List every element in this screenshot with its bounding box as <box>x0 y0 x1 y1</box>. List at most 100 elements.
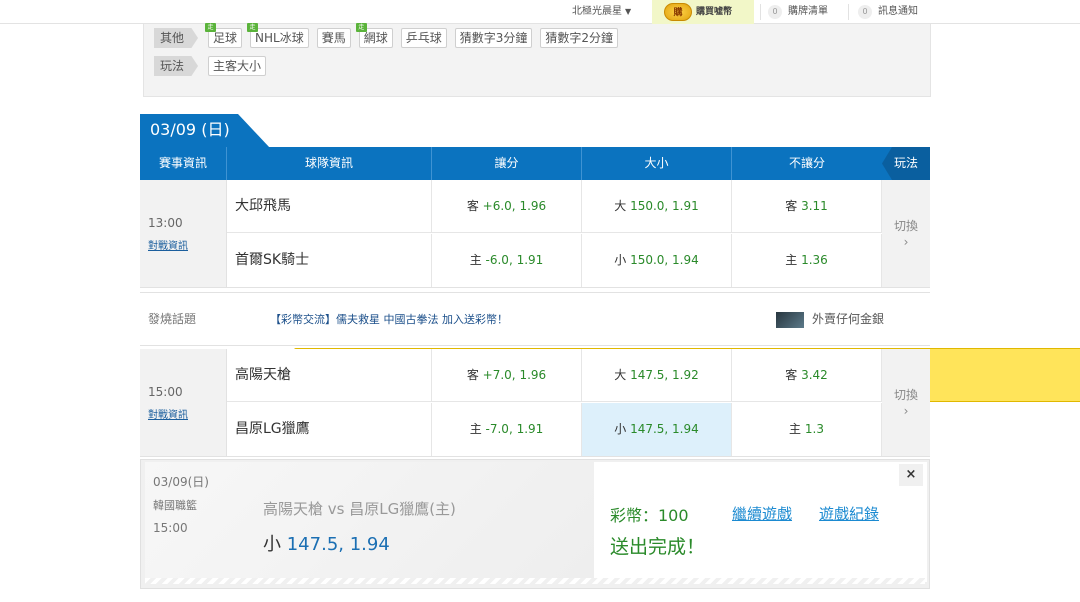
user-menu[interactable]: 北極光晨星 ▼ <box>572 0 631 24</box>
odd-value: +6.0, 1.96 <box>482 199 547 213</box>
odd-ml-away[interactable]: 客 3.11 <box>732 180 882 233</box>
cart-link[interactable]: 0 購牌清單 <box>768 0 828 24</box>
odd-value: 150.0, 1.91 <box>630 199 699 213</box>
buy-coins-button[interactable]: 購 購買噓幣 <box>652 0 754 24</box>
slip-league: 韓國職籃 <box>153 499 197 512</box>
odd-total-under[interactable]: 小 150.0, 1.94 <box>582 234 732 287</box>
odd-side: 主 <box>469 253 482 267</box>
buy-coins-label: 購買噓幣 <box>696 7 733 17</box>
odd-ml-away[interactable]: 客 3.42 <box>732 349 882 402</box>
odd-value: 147.5, 1.94 <box>630 422 699 436</box>
ad-thumbnail[interactable] <box>776 312 804 328</box>
slip-time: 15:00 <box>153 521 188 535</box>
filter-row-play: 玩法 熱門 主客大小 <box>154 56 1080 402</box>
pick-value: 147.5, 1.94 <box>286 534 390 555</box>
odd-side: 客 <box>785 368 798 382</box>
chevron-right-icon: › <box>903 235 909 249</box>
hot-topic-link[interactable]: 【彩幣交流】儒夫救星 中國古拳法 加入送彩幣！ <box>270 293 508 346</box>
date-tab[interactable]: 03/09 (日) <box>140 114 270 148</box>
chip-nhl[interactable]: 走 NHL冰球 <box>247 23 309 48</box>
odd-value: 1.36 <box>801 253 828 267</box>
away-team: 大邱飛馬 <box>227 180 432 233</box>
odd-total-over[interactable]: 大 147.5, 1.92 <box>582 349 732 402</box>
game-row: 13:00 對戰資訊 大邱飛馬 首爾SK騎士 客 +6.0, 1.96 主 -6… <box>140 180 930 288</box>
odd-side: 主 <box>469 422 482 436</box>
notice-count-badge: 0 <box>858 5 872 19</box>
chip-label: 網球 <box>363 31 388 45</box>
switch-button[interactable]: 切換 › <box>882 349 930 456</box>
chip-horse[interactable]: 賽馬 <box>316 28 351 48</box>
caret-down-icon: ▼ <box>625 7 632 16</box>
divider <box>848 4 849 20</box>
chip-label: 乒乓球 <box>405 31 442 45</box>
col-teams: 球隊資訊 <box>227 147 432 180</box>
odd-spread-home[interactable]: 主 -6.0, 1.91 <box>432 234 582 287</box>
odd-value: -7.0, 1.91 <box>485 422 544 436</box>
chip-home-away-total[interactable]: 主客大小 <box>208 56 267 76</box>
submit-status: 送出完成！ <box>610 536 706 558</box>
col-info: 賽事資訊 <box>140 147 227 180</box>
odd-side: 小 <box>614 422 627 436</box>
bet-slip-panel: 03/09(日) 韓國職籃 15:00 高陽天槍 vs 昌原LG獵鷹(主) 小 … <box>140 459 930 589</box>
play-toggle-button[interactable]: 玩法 <box>882 147 930 180</box>
col-total: 大小 <box>582 147 732 180</box>
ad-link[interactable]: 外賣仔何金銀 <box>812 293 884 346</box>
slip-date: 03/09(日) <box>153 475 209 489</box>
odd-spread-away[interactable]: 客 +6.0, 1.96 <box>432 180 582 233</box>
chip-label: 猜數字2分鐘 <box>545 31 614 45</box>
chevron-right-icon: › <box>903 404 909 418</box>
pick-side: 小 <box>263 534 281 555</box>
odd-side: 客 <box>785 199 798 213</box>
home-team: 昌原LG獵鷹 <box>227 403 432 456</box>
col-moneyline: 不讓分 <box>788 156 825 170</box>
coin-balance: 彩幣：100 <box>610 506 689 525</box>
notice-link[interactable]: 0 訊息通知 <box>858 0 918 24</box>
odd-side: 客 <box>466 368 479 382</box>
game-info: 13:00 對戰資訊 <box>140 180 227 287</box>
live-badge: 走 <box>205 23 217 32</box>
chip-tennis[interactable]: 走網球 <box>355 23 393 48</box>
divider <box>760 4 761 20</box>
close-icon[interactable]: × <box>899 464 923 486</box>
game-records-link[interactable]: 遊戲紀錄 <box>819 503 879 524</box>
chip-pingpong[interactable]: 乒乓球 <box>400 28 447 48</box>
odd-spread-home[interactable]: 主 -7.0, 1.91 <box>432 403 582 456</box>
switch-button[interactable]: 切換 › <box>882 180 930 287</box>
hot-topic-bar: 發燒話題 【彩幣交流】儒夫救星 中國古拳法 加入送彩幣！ 外賣仔何金銀 <box>140 292 930 346</box>
odd-ml-home[interactable]: 主 1.36 <box>732 234 882 287</box>
odd-total-under-selected[interactable]: 小 147.5, 1.94 <box>582 403 732 456</box>
odd-side: 小 <box>614 253 627 267</box>
odd-value: 1.3 <box>804 422 824 436</box>
table-header: 賽事資訊 球隊資訊 讓分 大小 不讓分 玩法 <box>140 147 930 180</box>
odd-side: 大 <box>614 368 627 382</box>
cart-label: 購牌清單 <box>788 6 828 17</box>
odd-value: -6.0, 1.91 <box>485 253 544 267</box>
odd-side: 主 <box>785 253 798 267</box>
odd-value: 3.11 <box>801 199 828 213</box>
odd-value: 3.42 <box>801 368 828 382</box>
odd-side: 客 <box>466 199 479 213</box>
matchup-info-link[interactable]: 對戰資訊 <box>148 406 188 421</box>
chip-label: NHL冰球 <box>255 31 304 45</box>
odd-spread-away[interactable]: 客 +7.0, 1.96 <box>432 349 582 402</box>
switch-label: 切換 <box>893 219 918 233</box>
chip-label: 猜數字3分鐘 <box>459 31 528 45</box>
notice-label: 訊息通知 <box>878 6 918 17</box>
matchup-info-link[interactable]: 對戰資訊 <box>148 237 188 252</box>
chip-guess-3min[interactable]: 猜數字3分鐘 <box>454 28 533 48</box>
live-badge: 走 <box>355 23 367 32</box>
game-info: 15:00 對戰資訊 <box>140 349 227 456</box>
odd-total-over[interactable]: 大 150.0, 1.91 <box>582 180 732 233</box>
col-spread: 讓分 <box>432 147 582 180</box>
continue-game-link[interactable]: 繼續遊戲 <box>732 503 792 524</box>
odd-ml-home[interactable]: 主 1.3 <box>732 403 882 456</box>
live-badge: 走 <box>247 23 259 32</box>
chip-soccer[interactable]: 走足球 <box>205 23 243 48</box>
chip-guess-2min[interactable]: 猜數字2分鐘 <box>540 28 619 48</box>
switch-label: 切換 <box>893 388 918 402</box>
top-nav: 北極光晨星 ▼ 購 購買噓幣 0 購牌清單 0 訊息通知 <box>0 0 1080 24</box>
game-time: 13:00 <box>148 216 183 230</box>
cart-count-badge: 0 <box>768 5 782 19</box>
odd-value: +7.0, 1.96 <box>482 368 547 382</box>
chip-label: 足球 <box>213 31 238 45</box>
